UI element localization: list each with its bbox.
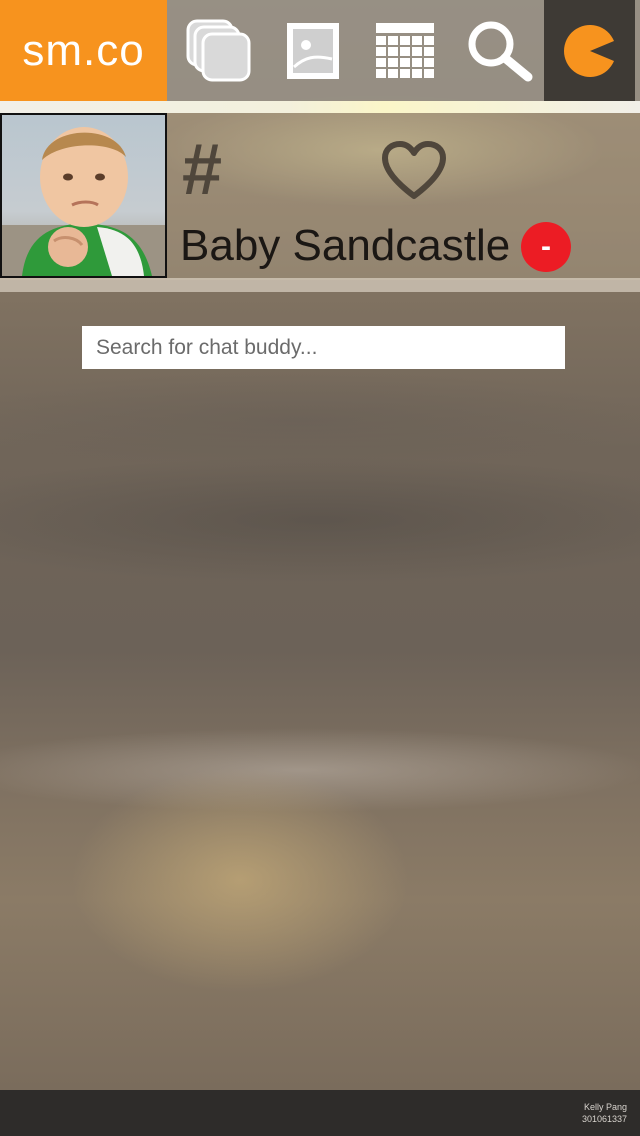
search-input[interactable] xyxy=(82,326,565,369)
pacman-icon xyxy=(563,24,614,77)
remove-label: - xyxy=(541,230,551,263)
profile-row-divider xyxy=(0,278,640,292)
remove-buddy-button[interactable]: - xyxy=(521,222,571,272)
avatar[interactable] xyxy=(0,113,167,278)
search-nav-button[interactable] xyxy=(455,0,545,101)
pacman-nav-button[interactable] xyxy=(544,0,635,101)
favorite-button[interactable] xyxy=(380,140,448,206)
baby-photo xyxy=(2,115,165,276)
hashtag-button[interactable]: # xyxy=(182,130,222,210)
header-divider xyxy=(0,101,640,113)
author-credit: Kelly Pang 301061337 xyxy=(582,1101,627,1125)
logo-text: sm.co xyxy=(22,25,145,75)
calendar-nav-button[interactable] xyxy=(360,0,450,101)
image-icon xyxy=(287,22,339,79)
footer-bar xyxy=(0,1090,640,1136)
author-name: Kelly Pang xyxy=(583,1102,627,1112)
stack-nav-button[interactable] xyxy=(175,0,265,101)
image-nav-button[interactable] xyxy=(268,0,358,101)
app-logo[interactable]: sm.co xyxy=(0,0,167,101)
author-id: 301061337 xyxy=(581,1114,627,1124)
calendar-icon xyxy=(376,22,434,78)
stack-icon xyxy=(186,19,251,81)
search-icon xyxy=(468,21,533,81)
heart-icon xyxy=(382,141,446,199)
buddy-name: Baby Sandcastle xyxy=(180,221,511,270)
